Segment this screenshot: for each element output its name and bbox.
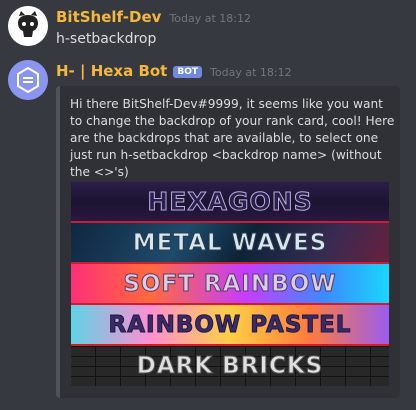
username[interactable]: H- | Hexa Bot [56, 62, 167, 80]
hexagon-logo-icon [8, 60, 48, 100]
message-header: H- | Hexa Bot BOT Today at 18:12 [56, 62, 292, 80]
backdrop-dark-bricks: DARK BRICKS [71, 346, 389, 386]
backdrop-rainbow-pastel: RAINBOW PASTEL [71, 305, 389, 346]
backdrop-image[interactable]: HEXAGONS METAL WAVES SOFT RAINBOW RAINBO… [71, 182, 389, 386]
backdrop-label: SOFT RAINBOW [123, 270, 337, 297]
backdrop-label: HEXAGONS [147, 187, 313, 217]
backdrop-soft-rainbow: SOFT RAINBOW [71, 264, 389, 305]
bot-tag: BOT [173, 66, 203, 78]
timestamp: Today at 18:12 [169, 12, 251, 25]
backdrop-label: DARK BRICKS [136, 353, 324, 380]
backdrop-hexagons: HEXAGONS [71, 182, 389, 223]
backdrop-label: METAL WAVES [132, 229, 328, 256]
message-header: BitShelf-Dev Today at 18:12 [56, 8, 251, 26]
backdrop-label: RAINBOW PASTEL [108, 311, 352, 338]
message-text: h-setbackdrop [56, 31, 157, 47]
embed: Hi there BitShelf-Dev#9999, it seems lik… [56, 86, 400, 398]
user-avatar[interactable] [8, 6, 48, 46]
bot-avatar[interactable] [8, 60, 48, 100]
octocat-avatar-icon [8, 6, 48, 46]
embed-description: Hi there BitShelf-Dev#9999, it seems lik… [70, 97, 395, 179]
username[interactable]: BitShelf-Dev [56, 8, 161, 26]
backdrop-metal-waves: METAL WAVES [71, 223, 389, 264]
timestamp: Today at 18:12 [210, 66, 292, 79]
